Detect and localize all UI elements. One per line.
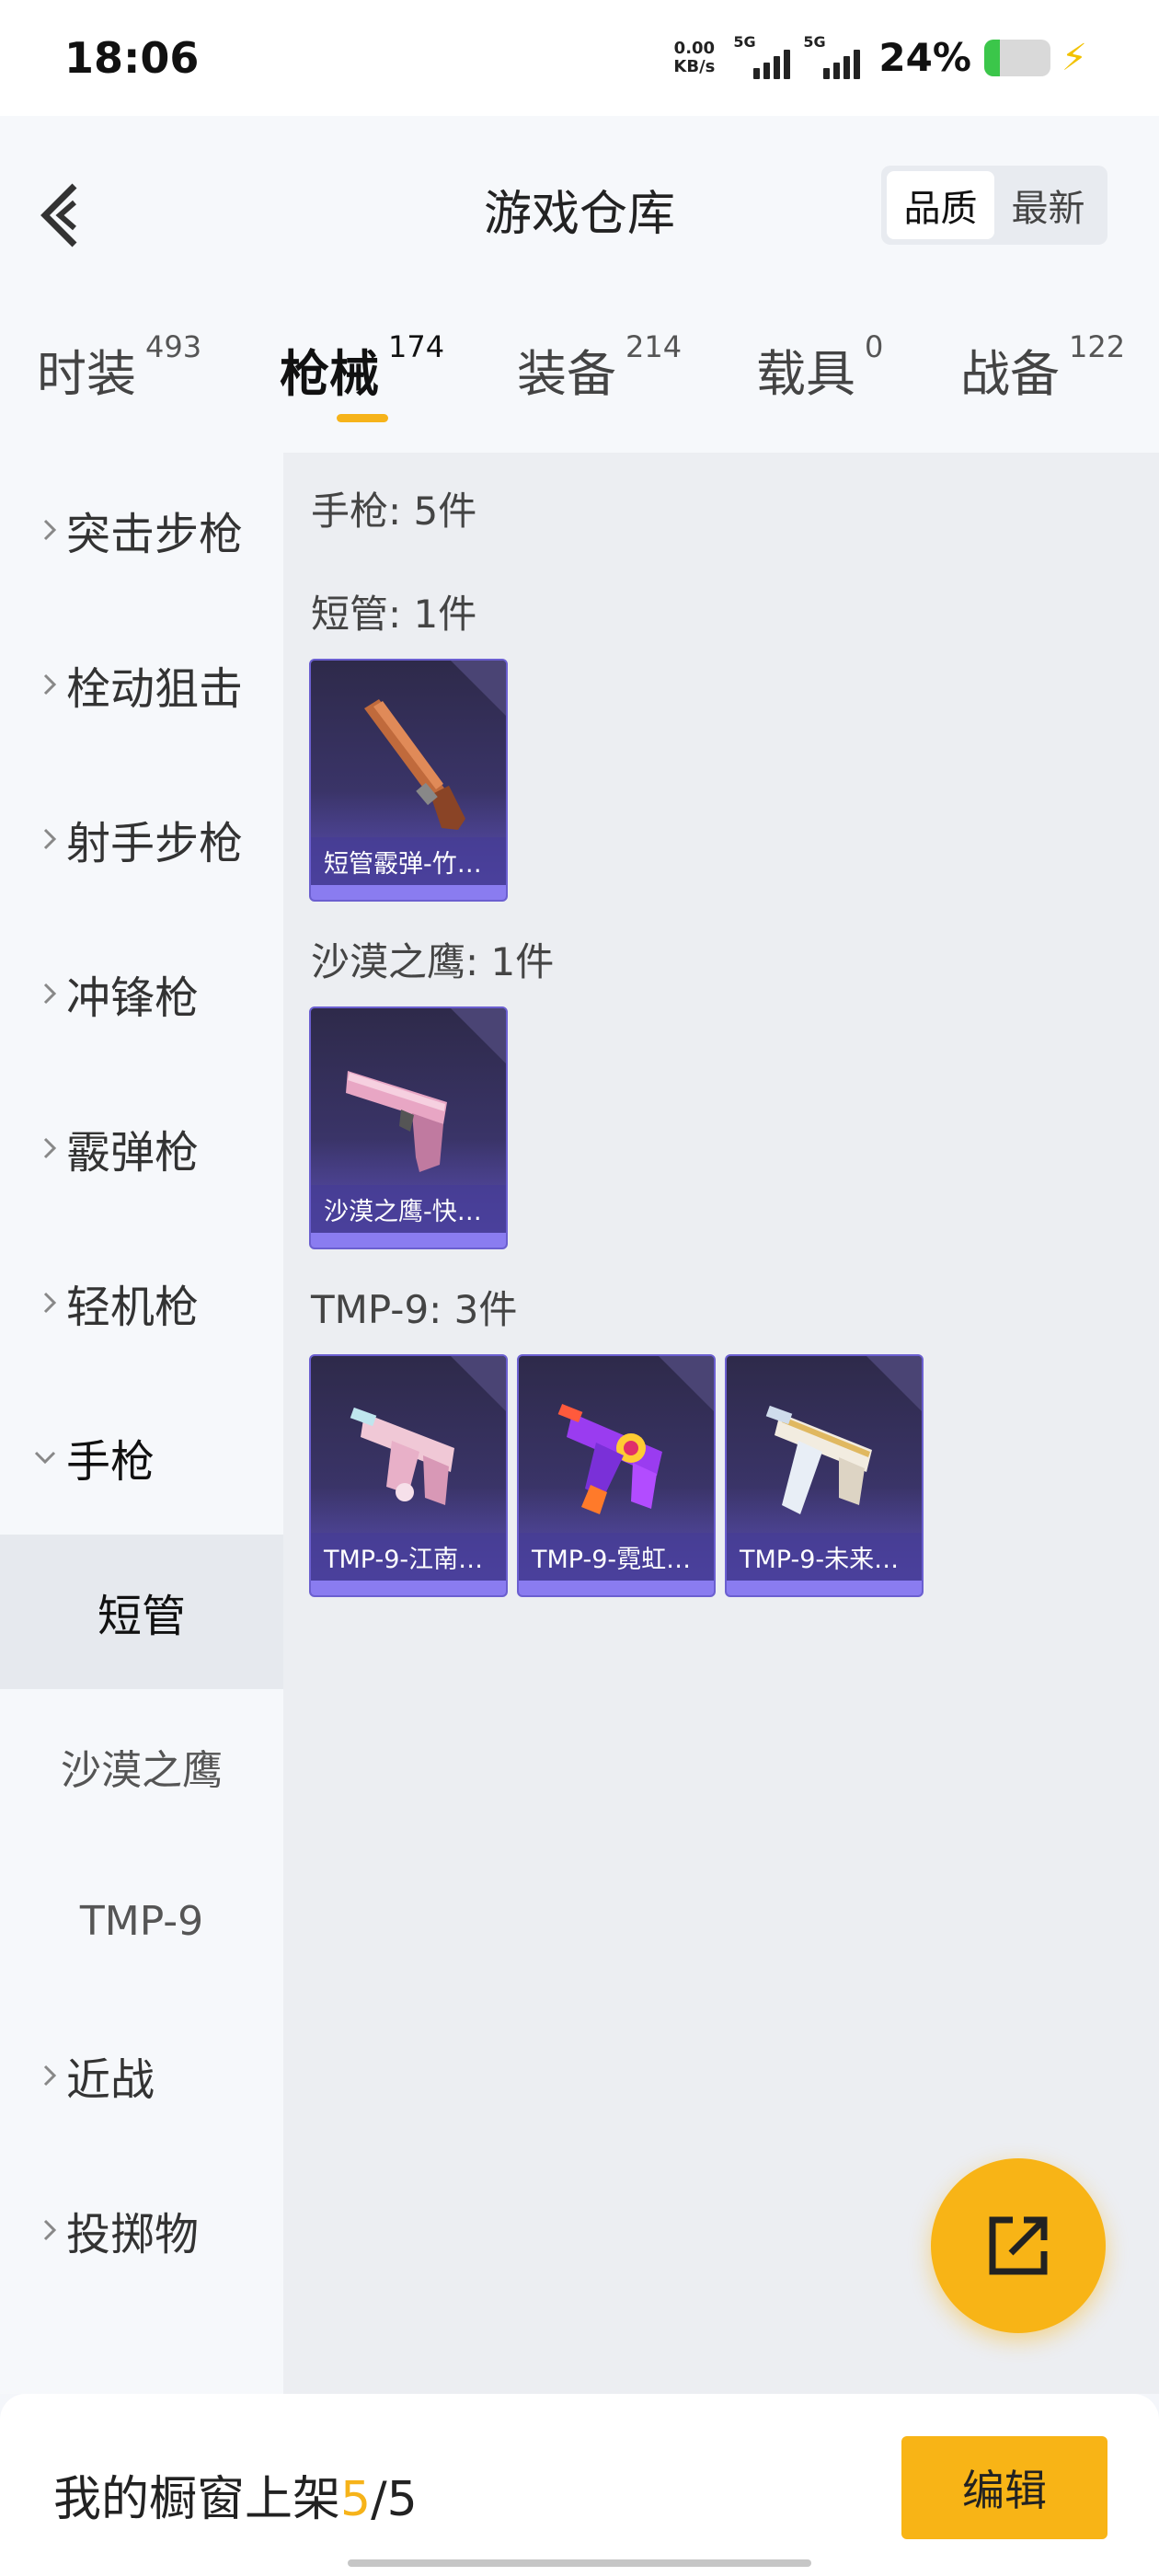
sort-quality-button[interactable]: 品质: [887, 171, 994, 239]
battery-percent: 24%: [878, 35, 971, 80]
tab-firearms[interactable]: 枪械 174: [280, 329, 444, 406]
tab-fashion[interactable]: 时装 493: [37, 329, 201, 406]
showcase-count: 5: [340, 2472, 372, 2527]
sidebar-item-label: 射手步枪: [66, 818, 244, 869]
group-title: 沙漠之鹰: 1件: [311, 939, 555, 984]
item-card-name: TMP-9-未来…: [727, 1533, 922, 1581]
sidebar-item-label: 轻机枪: [66, 1282, 200, 1333]
battery-icon: [983, 39, 1050, 76]
sidebar-item-label: 手枪: [66, 1436, 155, 1488]
signal-2-label: 5G: [803, 32, 826, 51]
item-card[interactable]: 沙漠之鹰-快…: [309, 1006, 508, 1249]
sidebar-item-melee[interactable]: 近战: [0, 1998, 283, 2153]
chevron-right-icon: [43, 983, 57, 1005]
category-tabs: 时装 493 枪械 174 装备 214 载具 0 战备 122: [0, 296, 1159, 453]
group-title: TMP-9: 3件: [311, 1287, 518, 1332]
signal-2-icon: 5G: [803, 33, 861, 79]
signal-1-icon: 5G: [733, 33, 791, 79]
chevron-right-icon: [43, 2064, 57, 2087]
chevron-right-icon: [43, 673, 57, 696]
header: 游戏仓库 品质 最新: [0, 116, 1159, 296]
chevron-right-icon: [43, 2219, 57, 2241]
status-time: 18:06: [64, 33, 200, 83]
network-speed-unit: KB/s: [673, 56, 716, 76]
sidebar-item-label: 近战: [66, 2054, 155, 2106]
home-indicator[interactable]: [348, 2559, 811, 2567]
sidebar-item-pistol[interactable]: 手枪: [0, 1380, 283, 1535]
tab-vehicles[interactable]: 载具 0: [756, 329, 883, 406]
chevron-down-icon: [34, 1451, 56, 1465]
sidebar-item-smg[interactable]: 冲锋枪: [0, 916, 283, 1071]
sidebar-item-throwable[interactable]: 投掷物: [0, 2153, 283, 2307]
item-card[interactable]: 短管霰弹-竹…: [309, 659, 508, 902]
tab-label: 时装: [37, 345, 136, 403]
chevron-right-icon: [43, 828, 57, 850]
status-bar: 18:06 0.00 KB/s 5G 5G 24% ⚡: [0, 0, 1159, 116]
sidebar-item-label: 霰弹枪: [66, 1127, 200, 1179]
tab-count: 174: [388, 329, 445, 364]
sort-toggle: 品质 最新: [881, 166, 1107, 245]
item-card[interactable]: TMP-9-未来…: [725, 1354, 924, 1597]
sidebar-item-lmg[interactable]: 轻机枪: [0, 1225, 283, 1380]
sidebar-item-label: 栓动狙击: [66, 663, 244, 715]
tab-count: 122: [1069, 329, 1126, 364]
bottom-bar: 我的橱窗上架5/5 编辑: [0, 2394, 1159, 2576]
showcase-label: 我的橱窗上架: [53, 2472, 341, 2527]
sidebar-item-bolt-sniper[interactable]: 栓动狙击: [0, 607, 283, 762]
sidebar-subitem-sawed-off[interactable]: 短管: [0, 1535, 283, 1689]
showcase-status: 我的橱窗上架5/5: [53, 2460, 418, 2529]
tmp9-neon-icon: [557, 1403, 662, 1514]
sidebar-item-marksman-rifle[interactable]: 射手步枪: [0, 762, 283, 916]
item-card[interactable]: TMP-9-江南…: [309, 1354, 508, 1597]
tab-active-indicator: [337, 414, 388, 422]
chevron-right-icon: [43, 1292, 57, 1314]
tab-count: 0: [865, 329, 884, 364]
sidebar-subitem-desert-eagle[interactable]: 沙漠之鹰: [0, 1689, 283, 1844]
lightning-bolt-icon: ⚡: [1061, 36, 1087, 79]
sidebar-item-label: 投掷物: [66, 2209, 200, 2260]
tab-equipment[interactable]: 装备 214: [517, 329, 682, 406]
chevron-right-icon: [43, 519, 57, 541]
sidebar-item-assault-rifle[interactable]: 突击步枪: [0, 453, 283, 607]
category-summary: 手枪: 5件: [311, 489, 477, 534]
network-speed: 0.00 KB/s: [673, 38, 716, 76]
item-card-name: 短管霰弹-竹…: [311, 837, 506, 885]
desert-eagle-pistol-icon: [346, 1071, 447, 1172]
share-fab-button[interactable]: [931, 2158, 1106, 2333]
item-card-name: TMP-9-霓虹…: [519, 1533, 714, 1581]
tab-label: 战备: [960, 345, 1060, 403]
share-external-icon: [989, 2216, 1048, 2275]
weapon-category-sidebar: 突击步枪 栓动狙击 射手步枪 冲锋枪 霰弹枪 轻机枪 手枪 短管 沙漠之鹰 TM…: [0, 453, 283, 2394]
inventory-content: 手枪: 5件 短管: 1件 短管霰弹-竹… 沙漠之鹰: 1件 沙漠之鹰-快… T…: [283, 453, 1159, 2394]
sort-newest-button[interactable]: 最新: [994, 171, 1102, 239]
item-card-name: 沙漠之鹰-快…: [311, 1185, 506, 1233]
tmp9-white-icon: [765, 1405, 872, 1514]
edit-button[interactable]: 编辑: [901, 2436, 1107, 2539]
chevron-right-icon: [43, 1137, 57, 1159]
tmp9-pink-icon: [350, 1407, 454, 1505]
item-card-name: TMP-9-江南…: [311, 1533, 506, 1581]
showcase-total: /5: [371, 2472, 418, 2527]
item-card[interactable]: TMP-9-霓虹…: [517, 1354, 716, 1597]
status-indicators: 0.00 KB/s 5G 5G 24% ⚡: [673, 33, 1087, 81]
group-title: 短管: 1件: [311, 592, 477, 637]
tab-count: 493: [145, 329, 202, 364]
tab-label: 载具: [756, 345, 855, 403]
battery-fill: [983, 39, 1001, 76]
sidebar-item-label: 冲锋枪: [66, 972, 200, 1024]
sawed-off-shotgun-icon: [364, 699, 465, 830]
sidebar-item-label: 突击步枪: [66, 509, 244, 560]
sidebar-item-shotgun[interactable]: 霰弹枪: [0, 1071, 283, 1225]
tab-count: 214: [625, 329, 683, 364]
tab-label: 枪械: [280, 345, 379, 403]
tab-combat-gear[interactable]: 战备 122: [960, 329, 1125, 406]
signal-1-label: 5G: [733, 32, 756, 51]
network-speed-value: 0.00: [673, 38, 716, 58]
tab-label: 装备: [517, 345, 616, 403]
sidebar-subitem-tmp9[interactable]: TMP-9: [0, 1844, 283, 1998]
